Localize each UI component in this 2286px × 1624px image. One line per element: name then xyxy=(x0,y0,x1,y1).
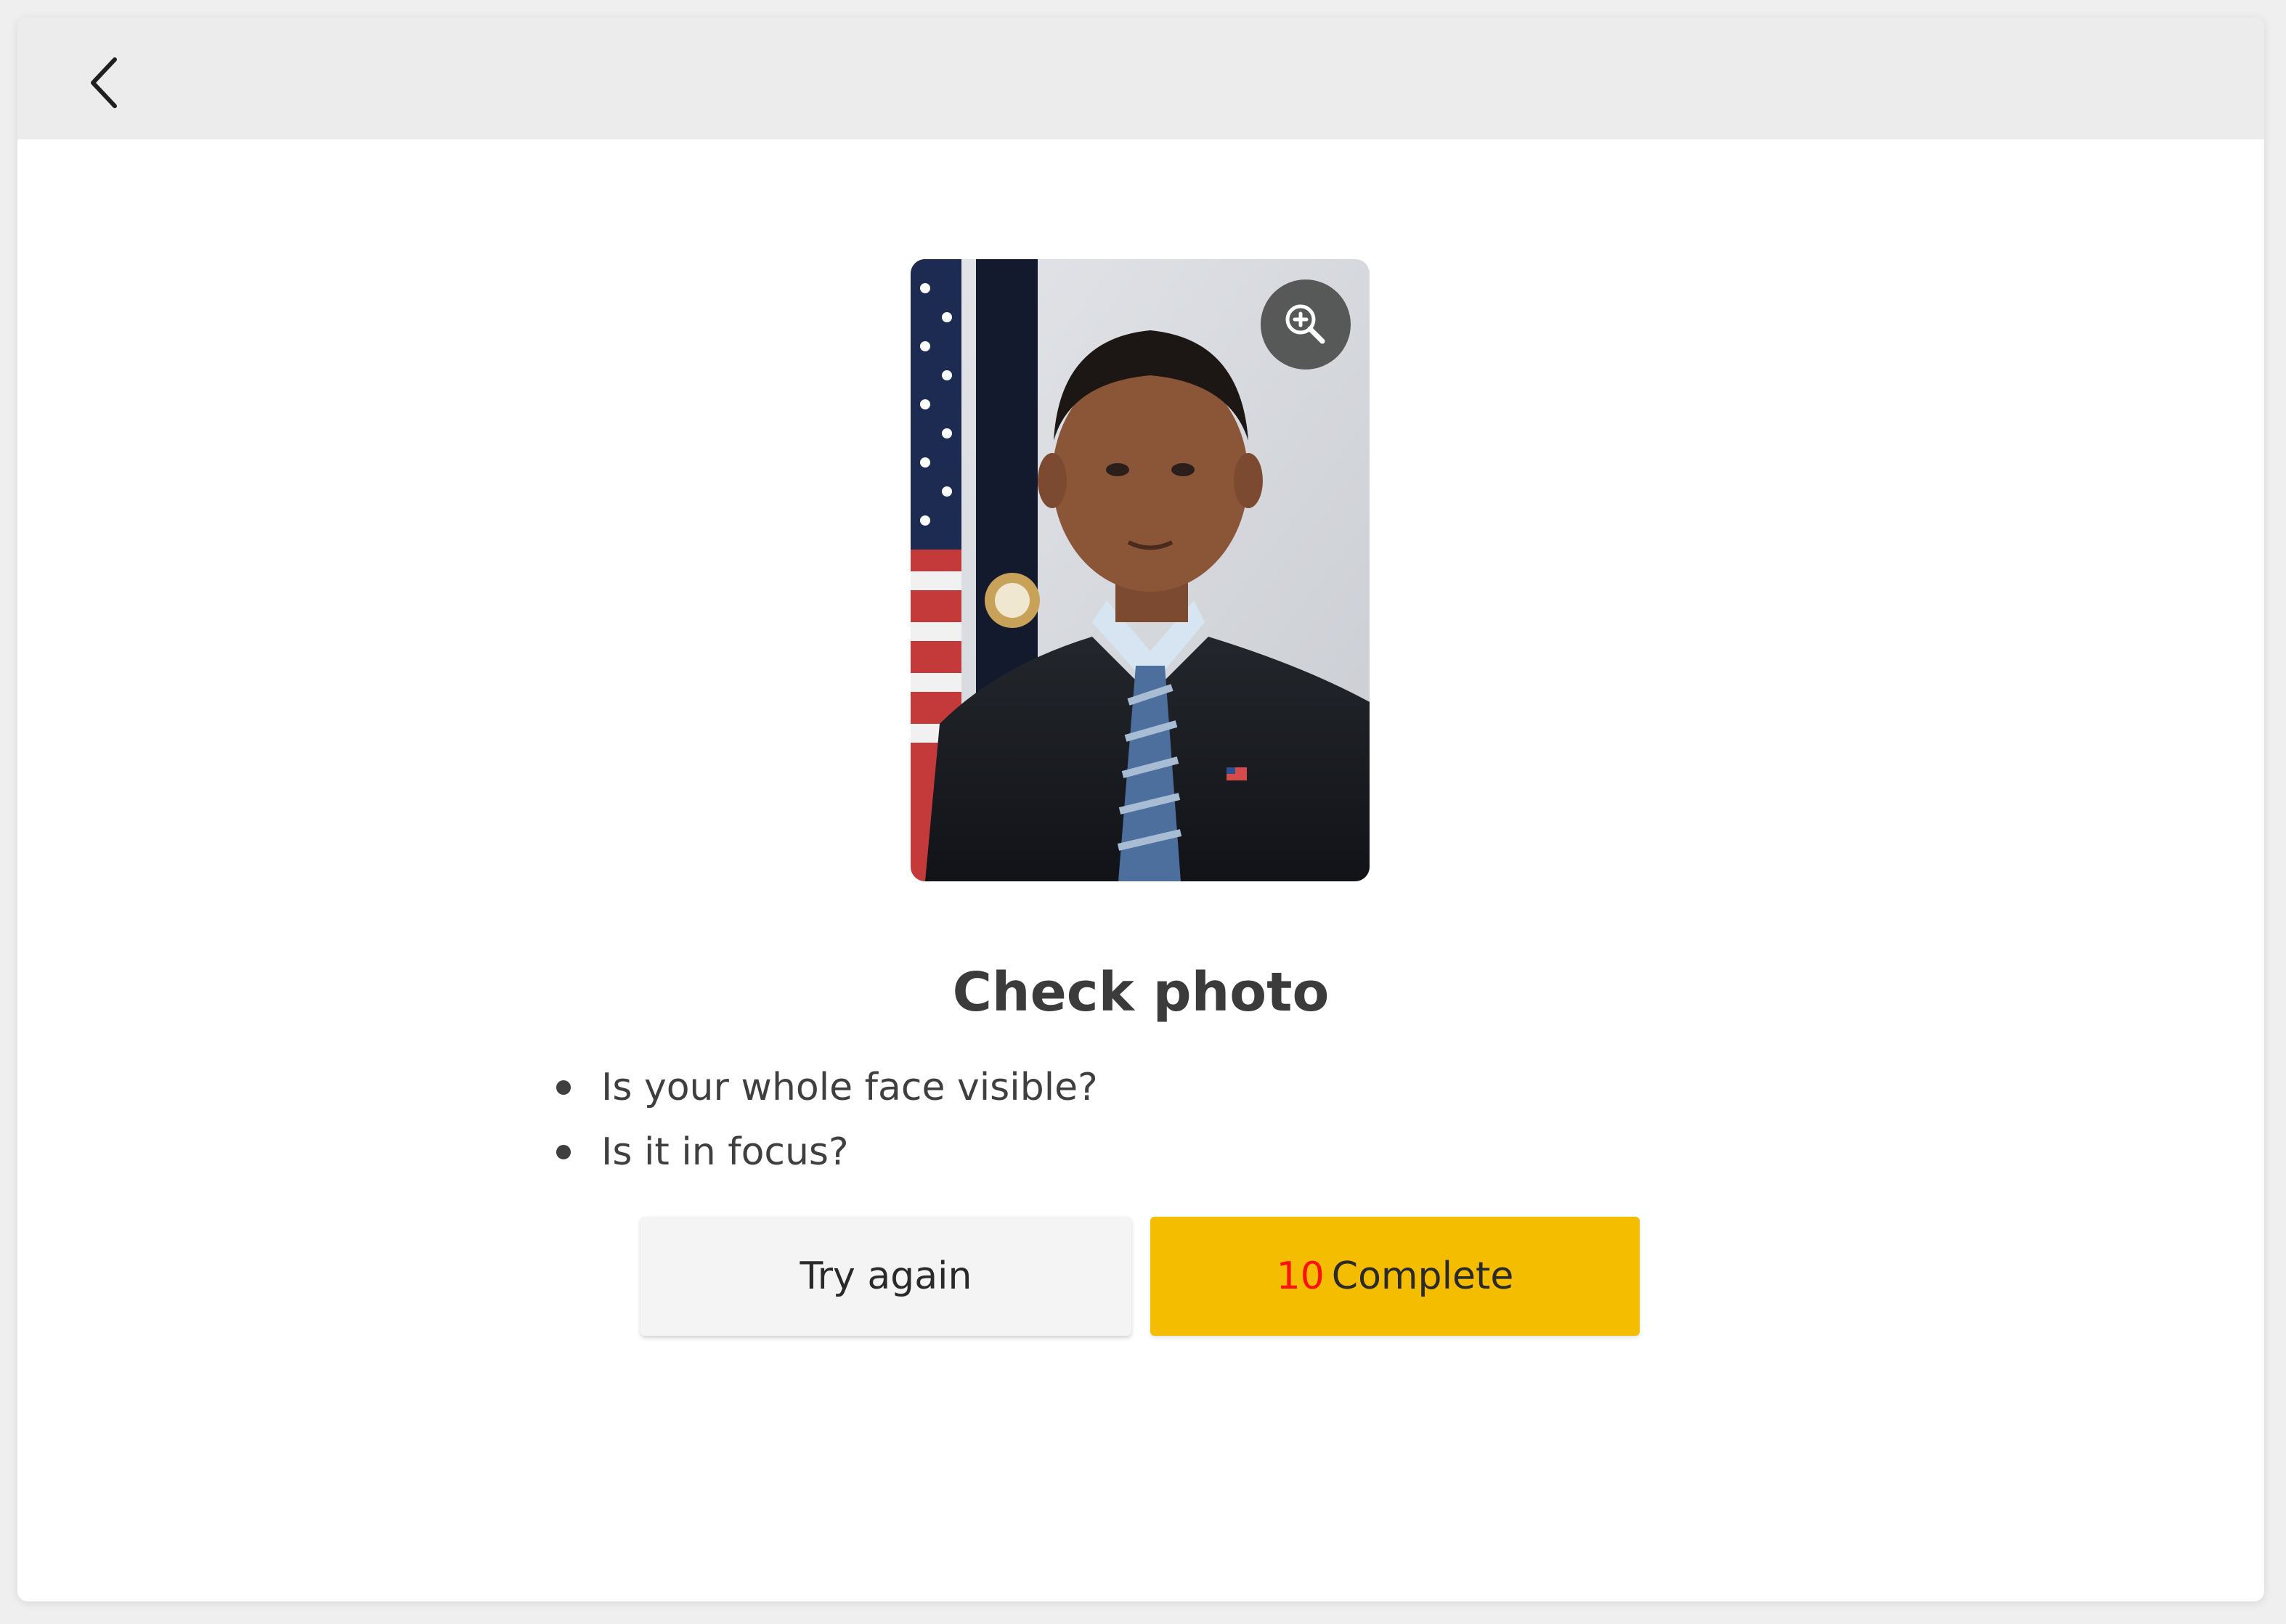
complete-countdown: 10 xyxy=(1276,1254,1325,1298)
zoom-button[interactable] xyxy=(1261,279,1351,370)
checklist-item-label: Is your whole face visible? xyxy=(601,1066,1098,1109)
photo-preview xyxy=(911,259,1370,881)
bullet-icon xyxy=(556,1080,571,1095)
complete-label: Complete xyxy=(1331,1254,1514,1298)
app-window: Check photo Is your whole face visible? … xyxy=(17,17,2264,1601)
top-bar xyxy=(17,17,2264,139)
try-again-button[interactable]: Try again xyxy=(640,1217,1131,1336)
checklist-item: Is your whole face visible? xyxy=(540,1056,1098,1120)
try-again-label: Try again xyxy=(800,1254,972,1298)
back-button[interactable] xyxy=(68,46,141,119)
zoom-in-icon xyxy=(1285,304,1325,344)
page-title: Check photo xyxy=(952,961,1330,1024)
complete-button[interactable]: 10 Complete xyxy=(1150,1217,1640,1336)
photo-checklist: Is your whole face visible? Is it in foc… xyxy=(540,1056,1098,1185)
checklist-item: Is it in focus? xyxy=(540,1120,1098,1185)
checklist-item-label: Is it in focus? xyxy=(601,1130,849,1174)
chevron-left-icon xyxy=(91,57,117,108)
bullet-icon xyxy=(556,1145,571,1159)
